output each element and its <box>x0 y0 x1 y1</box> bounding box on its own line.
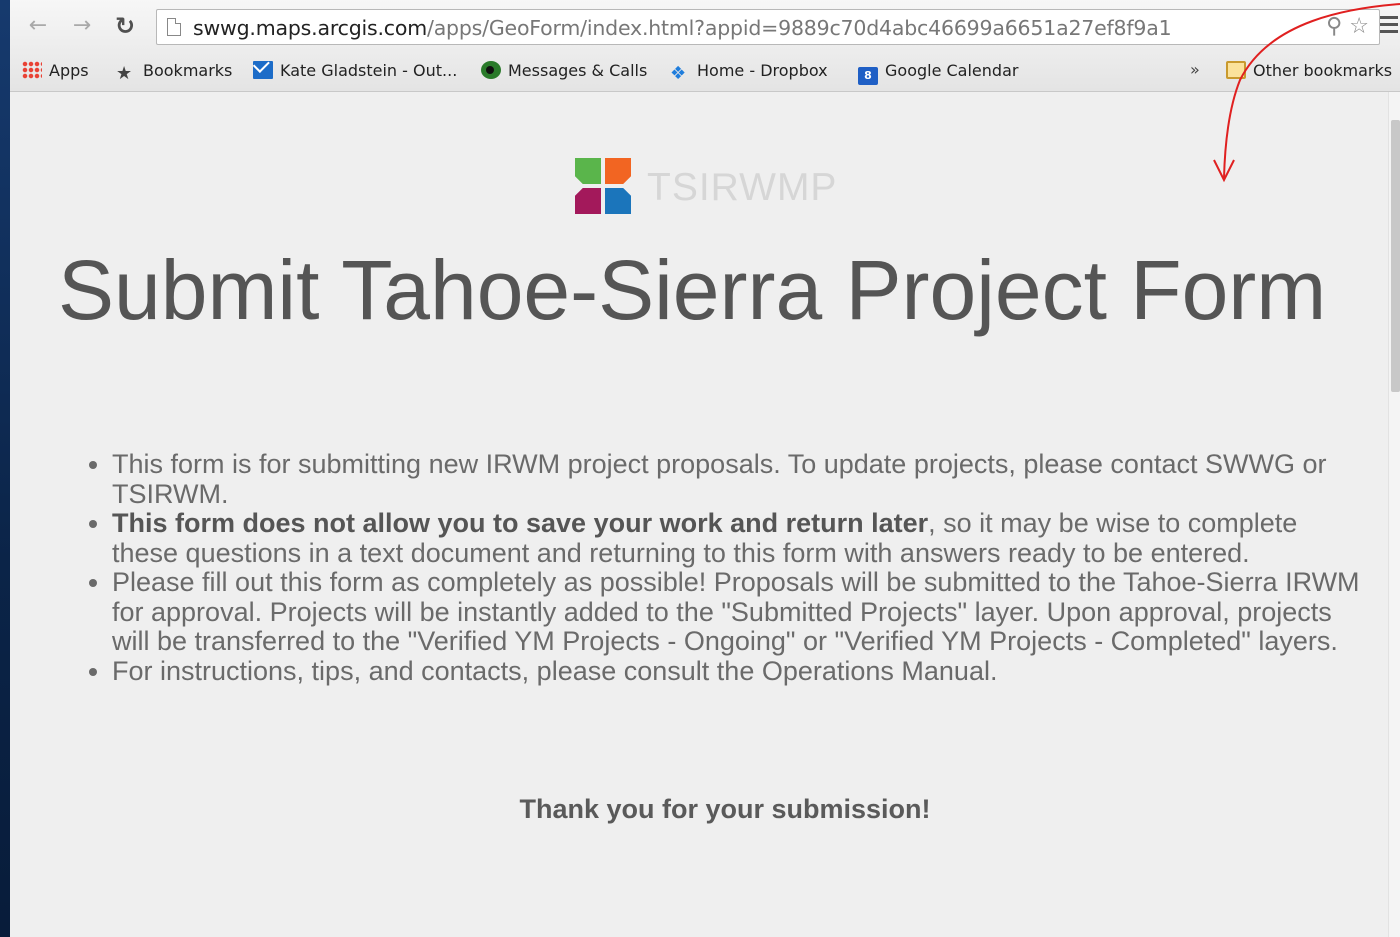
menu-icon[interactable] <box>1378 12 1400 38</box>
bookmark-dropbox[interactable]: ❖ Home - Dropbox <box>670 60 828 84</box>
reload-icon[interactable]: ↻ <box>111 12 139 40</box>
back-icon[interactable]: ← <box>24 12 52 40</box>
bookmark-label: Google Calendar <box>885 61 1019 80</box>
url-host: swwg.maps.arcgis.com <box>193 16 427 40</box>
list-item: Please fill out this form as completely … <box>112 567 1362 657</box>
url-path: /apps/GeoForm/index.html?appid=9889c70d4… <box>426 16 1172 40</box>
other-bookmarks-label: Other bookmarks <box>1253 61 1393 80</box>
logo-text: TSIRWMP <box>647 166 838 209</box>
omnibox-icons: ⚲ ☆ <box>1326 14 1369 39</box>
bookmark-label: Kate Gladstein - Out... <box>280 61 458 80</box>
url-text[interactable]: swwg.maps.arcgis.com/apps/GeoForm/index.… <box>193 16 1172 40</box>
page-title: Submit Tahoe-Sierra Project Form <box>58 243 1327 337</box>
bookmark-label: Home - Dropbox <box>697 61 828 80</box>
messages-icon <box>481 61 501 79</box>
scrollbar[interactable] <box>1388 92 1400 937</box>
desktop-background <box>0 0 10 937</box>
bookmarks-overflow-button[interactable]: » <box>1190 60 1200 79</box>
bookmark-apps[interactable]: Apps <box>22 60 89 84</box>
bookmarks-bar: Apps ★ Bookmarks Kate Gladstein - Out... … <box>10 52 1400 92</box>
list-item: This form does not allow you to save you… <box>112 508 1362 568</box>
bookmark-star-icon[interactable]: ☆ <box>1349 14 1369 39</box>
bookmark-mail[interactable]: Kate Gladstein - Out... <box>253 60 457 84</box>
search-icon[interactable]: ⚲ <box>1326 14 1342 39</box>
list-item: For instructions, tips, and contacts, pl… <box>112 656 1362 687</box>
thank-you-message: Thank you for your submission! <box>519 794 931 824</box>
calendar-icon: 8 <box>858 67 878 85</box>
bookmark-messages[interactable]: Messages & Calls <box>481 60 647 84</box>
bookmark-label: Apps <box>49 61 89 80</box>
star-icon: ★ <box>116 63 133 84</box>
forward-icon[interactable]: → <box>68 12 96 40</box>
address-bar[interactable]: swwg.maps.arcgis.com/apps/GeoForm/index.… <box>156 9 1380 45</box>
logo-mark-icon <box>575 158 633 216</box>
page-content: TSIRWMP Submit Tahoe-Sierra Project Form… <box>10 92 1388 937</box>
mail-icon <box>253 61 273 79</box>
warning-text: This form does not allow you to save you… <box>112 508 929 538</box>
bookmark-label: Bookmarks <box>143 61 233 80</box>
scrollbar-thumb[interactable] <box>1391 120 1400 392</box>
instructions-list: This form is for submitting new IRWM pro… <box>70 449 1362 687</box>
bookmark-calendar[interactable]: 8 Google Calendar <box>858 60 1019 85</box>
other-bookmarks[interactable]: Other bookmarks <box>1226 60 1392 84</box>
page-icon <box>167 18 181 36</box>
apps-grid-icon <box>22 61 42 79</box>
bookmark-bookmarks[interactable]: ★ Bookmarks <box>116 60 232 84</box>
list-item: This form is for submitting new IRWM pro… <box>112 449 1362 509</box>
browser-toolbar: ← → ↻ swwg.maps.arcgis.com/apps/GeoForm/… <box>10 0 1400 52</box>
bookmark-label: Messages & Calls <box>508 61 648 80</box>
folder-icon <box>1226 61 1246 79</box>
browser-window: ← → ↻ swwg.maps.arcgis.com/apps/GeoForm/… <box>10 0 1400 937</box>
dropbox-icon: ❖ <box>670 63 687 84</box>
